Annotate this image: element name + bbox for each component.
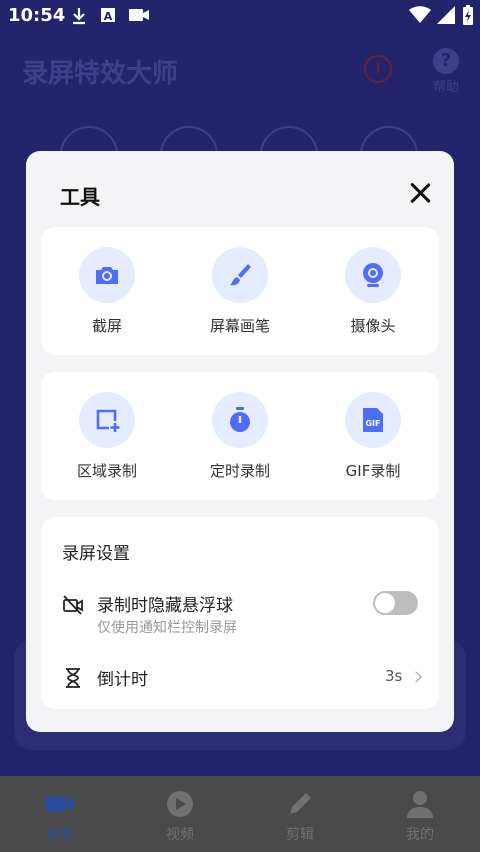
hide-float-sublabel: 仅使用通知栏控制录屏 [97,620,237,636]
nav-mine-label: 我的 [406,827,434,843]
tool-region-record[interactable]: 区域录制 [41,392,173,492]
nav-record[interactable]: 录制 [0,776,120,852]
screen-record-icon [128,6,150,28]
status-bar: 10:54 A [0,0,480,32]
tool-screen-brush[interactable]: 屏幕画笔 [174,247,306,347]
tool-timed-record[interactable]: 定时录制 [174,392,306,492]
close-icon[interactable] [406,179,434,207]
battery-charging-icon [462,4,474,30]
wifi-icon [408,5,432,29]
settings-card: 录屏设置 录制时隐藏悬浮球 仅使用通知栏控制录屏 倒计时 3s [41,517,439,709]
nav-edit-label: 剪辑 [286,827,314,843]
tool-webcam[interactable]: 摄像头 [307,247,439,347]
hide-float-row: 录制时隐藏悬浮球 仅使用通知栏控制录屏 [41,589,439,645]
tool-label: 摄像头 [350,317,396,335]
video-camera-icon [44,790,76,818]
app-title: 录屏特效大师 [22,59,179,89]
help-icon[interactable]: ? [433,48,459,74]
bottom-nav: 录制 视频 剪辑 我的 [0,776,480,852]
region-add-icon [79,392,135,448]
hide-float-label: 录制时隐藏悬浮球 [97,596,233,616]
tool-label: GIF录制 [345,462,401,480]
camera-off-icon [62,595,84,619]
status-time: 10:54 [8,5,66,26]
webcam-icon [345,247,401,303]
hourglass-icon [62,667,84,693]
nav-edit[interactable]: 剪辑 [240,776,360,852]
nav-record-label: 录制 [46,827,74,843]
countdown-value: 3s [385,667,403,685]
text-notification-icon: A [100,6,116,28]
tool-screenshot[interactable]: 截屏 [41,247,173,347]
hide-float-toggle[interactable] [373,591,418,615]
brush-icon [212,247,268,303]
download-icon [70,6,88,30]
countdown-row[interactable]: 倒计时 3s [41,663,439,693]
gif-file-icon: GIF [345,392,401,448]
dialog-title: 工具 [60,185,100,209]
countdown-label: 倒计时 [97,670,148,690]
svg-text:A: A [104,10,113,23]
timer-icon [212,392,268,448]
toggle-knob [375,593,395,613]
person-icon [404,790,436,818]
tool-label: 屏幕画笔 [209,317,270,335]
svg-text:GIF: GIF [365,419,380,428]
tool-label: 截屏 [91,317,122,335]
nav-mine[interactable]: 我的 [360,776,480,852]
tools-dialog: 工具 截屏 屏幕画笔 摄像头 区域录制 定时录制 GIF GIF录制 录屏设置 … [26,151,454,732]
tools-card-2: 区域录制 定时录制 GIF GIF录制 [41,372,439,500]
tool-gif-record[interactable]: GIF GIF录制 [307,392,439,492]
tools-card-1: 截屏 屏幕画笔 摄像头 [41,227,439,355]
help-label[interactable]: 帮助 [433,76,459,95]
nav-videos[interactable]: 视频 [120,776,240,852]
tool-label: 区域录制 [76,462,137,480]
pencil-icon [284,790,316,818]
play-icon [164,790,196,818]
camera-icon [79,247,135,303]
alert-icon[interactable] [364,55,392,83]
chevron-right-icon [410,671,422,683]
tool-label: 定时录制 [209,462,270,480]
nav-videos-label: 视频 [166,827,194,843]
signal-icon [436,5,456,29]
settings-title: 录屏设置 [62,544,130,564]
